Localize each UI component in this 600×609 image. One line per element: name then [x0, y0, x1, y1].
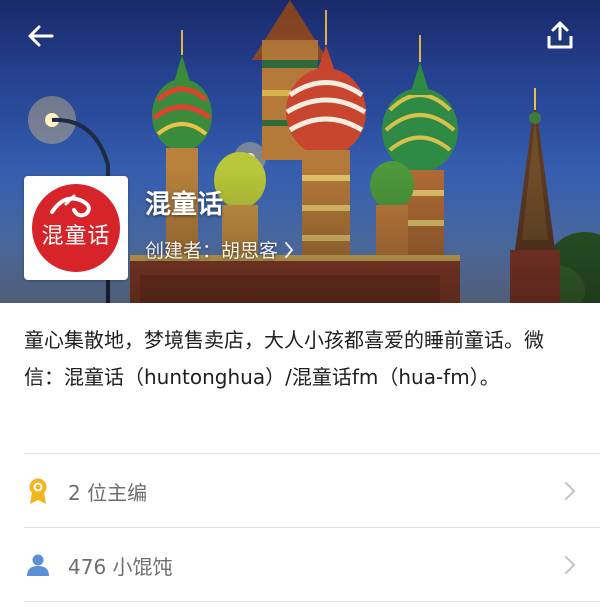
share-upload-icon: [547, 21, 573, 49]
divider: [24, 453, 600, 454]
creator-label: 创建者：胡思客: [145, 240, 279, 262]
editors-count: 2 位主编: [68, 480, 148, 505]
avatar-logo: 混童话: [32, 184, 120, 272]
chevron-right-icon: [564, 555, 576, 579]
editors-row[interactable]: 2 位主编: [0, 455, 600, 527]
followers-count: 476 小馄饨: [68, 554, 173, 579]
divider: [24, 527, 600, 528]
share-button[interactable]: [542, 16, 578, 54]
chevron-right-icon: [564, 481, 576, 505]
followers-row[interactable]: 476 小馄饨: [0, 529, 600, 601]
column-description: 童心集散地，梦境售卖店，大人小孩都喜爱的睡前童话。微信：混童话（huntongh…: [24, 328, 544, 389]
avatar-text: 混童话: [41, 224, 111, 249]
chevron-right-icon: [284, 241, 294, 259]
column-title: 混童话: [145, 190, 224, 220]
back-button[interactable]: [22, 18, 58, 54]
creator-link[interactable]: 创建者：胡思客: [145, 236, 294, 263]
user-icon: [24, 551, 52, 579]
swirl-icon: [50, 194, 91, 218]
divider: [24, 601, 600, 602]
award-badge-icon: [24, 477, 52, 505]
header-cover: 混童话 混童话 创建者：胡思客: [0, 0, 600, 303]
arrow-left-icon: [28, 25, 54, 47]
column-avatar[interactable]: 混童话: [24, 176, 128, 280]
